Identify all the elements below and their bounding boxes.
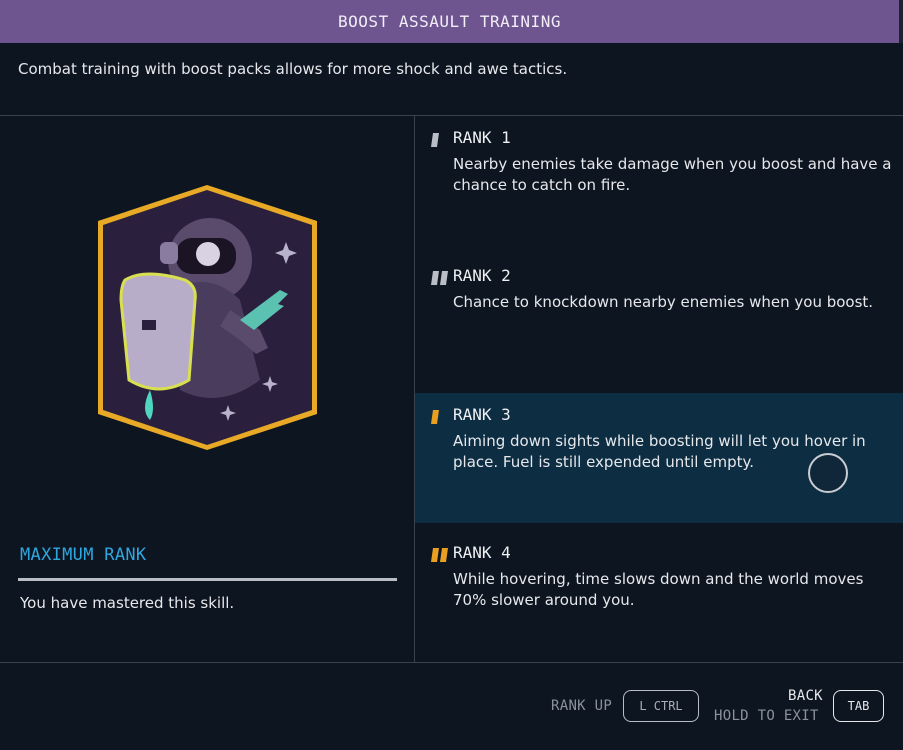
rank-2-chevron-icon (431, 271, 448, 285)
rank-description: Nearby enemies take damage when you boos… (453, 155, 892, 194)
mastered-text: You have mastered this skill. (20, 594, 235, 612)
skill-description: Combat training with boost packs allows … (18, 60, 568, 78)
hold-to-exit-label: HOLD TO EXIT (714, 708, 819, 724)
rank-title: RANK 2 (453, 266, 511, 285)
rank-row-4[interactable]: RANK 4 While hovering, time slows down a… (415, 531, 903, 661)
rank-title: RANK 3 (453, 405, 511, 424)
divider-bottom (0, 662, 903, 663)
rank-progress-bar (18, 578, 397, 581)
astronaut-patch-icon (98, 185, 317, 450)
rank-1-chevron-icon (431, 133, 439, 147)
rank-row-1[interactable]: RANK 1 Nearby enemies take damage when y… (415, 116, 903, 254)
rank-title: RANK 1 (453, 128, 511, 147)
cursor-ring-icon (808, 453, 848, 493)
maximum-rank-label: MAXIMUM RANK (20, 545, 147, 565)
back-label: BACK (788, 688, 823, 704)
page-title: BOOST ASSAULT TRAINING (338, 12, 561, 31)
rank-4-chevron-icon (431, 548, 448, 562)
rank-up-button[interactable]: L CTRL (623, 690, 699, 722)
rank-description: Chance to knockdown nearby enemies when … (453, 293, 874, 311)
title-bar: BOOST ASSAULT TRAINING (0, 0, 903, 43)
rank-up-label: RANK UP (551, 698, 613, 714)
rank-3-chevron-icon (431, 410, 439, 424)
rank-row-2[interactable]: RANK 2 Chance to knockdown nearby enemie… (415, 254, 903, 392)
rank-title: RANK 4 (453, 543, 511, 562)
back-button[interactable]: TAB (833, 690, 884, 722)
rank-description: While hovering, time slows down and the … (453, 570, 864, 609)
